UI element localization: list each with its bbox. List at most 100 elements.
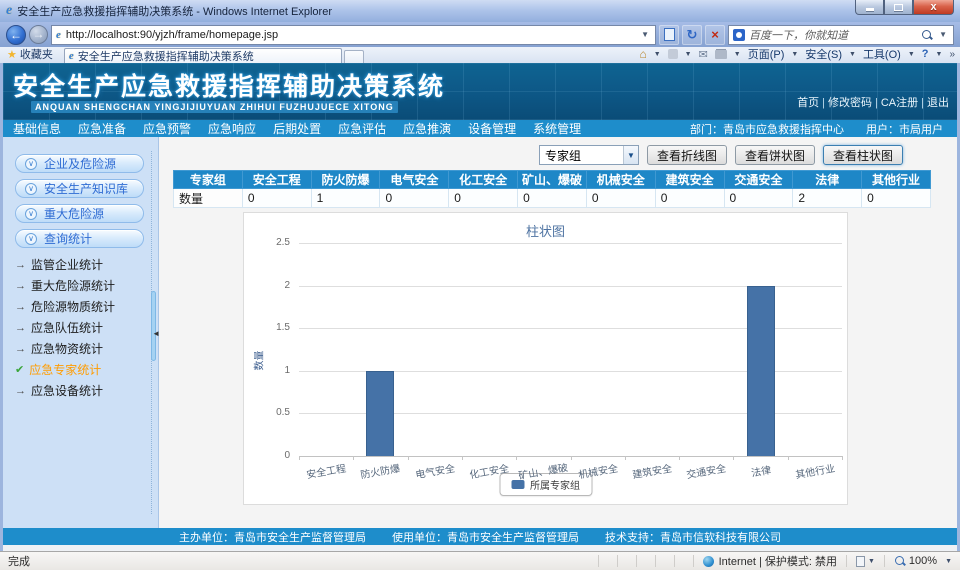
stop-button[interactable]: × [705, 25, 725, 45]
maximize-button[interactable] [884, 0, 913, 15]
table-header-cell: 机械安全 [586, 171, 655, 189]
sidebar-item[interactable]: →应急队伍统计 [3, 317, 158, 338]
menu-item[interactable]: 系统管理 [533, 120, 581, 137]
refresh-icon: ↻ [687, 27, 698, 43]
zone-text: Internet | 保护模式: 禁用 [719, 553, 837, 569]
status-dropdown-icon[interactable]: ▼ [868, 558, 875, 565]
sidebar-item[interactable]: →危险源物质统计 [3, 296, 158, 317]
arrow-right-icon: → [15, 385, 26, 397]
menu-item[interactable]: 设备管理 [468, 120, 516, 137]
sidebar-scrollbar-thumb[interactable] [151, 291, 156, 361]
home-dropdown-icon[interactable]: ▼ [654, 51, 661, 58]
x-axis-tick [625, 456, 626, 460]
main-content: 专家组 ▼ 查看折线图查看饼状图查看柱状图 专家组安全工程防火防爆电气安全化工安… [159, 137, 957, 528]
feeds-dropdown-icon[interactable]: ▼ [685, 51, 692, 58]
mail-icon[interactable]: ✉ [699, 48, 708, 61]
header-link-4[interactable]: 退出 [927, 97, 949, 109]
view-button[interactable]: 查看饼状图 [735, 145, 815, 165]
sidebar-item-label: 应急设备统计 [31, 382, 103, 399]
menu-item[interactable]: 应急预警 [143, 120, 191, 137]
favorites-button[interactable]: ★ 收藏夹 [5, 46, 58, 63]
table-value-cell: 0 [518, 189, 587, 208]
close-button[interactable]: x [913, 0, 954, 15]
menu-item[interactable]: 应急准备 [78, 120, 126, 137]
new-tab-button[interactable] [344, 50, 364, 63]
x-axis-category-label: 防火防爆 [359, 460, 401, 482]
x-axis-tick [353, 456, 354, 460]
menu-item[interactable]: 应急响应 [208, 120, 256, 137]
home-icon[interactable]: ⌂ [639, 47, 646, 61]
table-value-cell: 0 [862, 189, 931, 208]
sidebar-item[interactable]: ✔应急专家统计 [3, 359, 158, 380]
x-axis-tick [571, 456, 572, 460]
sidebar-group-label: 重大危险源 [44, 205, 104, 222]
status-text: 完成 [8, 553, 30, 569]
sidebar-group-button[interactable]: ∨重大危险源 [15, 204, 144, 223]
active-tab[interactable]: e 安全生产应急救援指挥辅助决策系统 [64, 48, 342, 63]
protected-mode-icon[interactable] [856, 556, 865, 567]
view-button[interactable]: 查看折线图 [647, 145, 727, 165]
sidebar-group-button[interactable]: ∨ 安全生产知识库 [15, 179, 144, 198]
overflow-chevron-icon[interactable]: » [949, 49, 955, 60]
sidebar-group-label: 查询统计 [44, 230, 92, 247]
command-bar: ⌂ ▼ ▼ ✉ ▼ 页面(P) ▼ 安全(S) ▼ 工具(O) ▼ ? ▼ » [639, 46, 955, 63]
header-link-1[interactable]: 首页 [797, 97, 819, 109]
sidebar-item[interactable]: →重大危险源统计 [3, 275, 158, 296]
sidebar-item-label: 监管企业统计 [31, 256, 103, 273]
zoom-dropdown-icon[interactable]: ▼ [945, 558, 952, 565]
page-menu[interactable]: 页面(P) [748, 46, 785, 62]
zoom-icon[interactable] [894, 555, 906, 567]
sidebar-group-label: 安全生产知识库 [44, 180, 128, 197]
menu-item[interactable]: 后期处置 [273, 120, 321, 137]
table-header-cell: 安全工程 [242, 171, 311, 189]
sidebar-group-button[interactable]: ∨企业及危险源 [15, 154, 144, 173]
menu-item[interactable]: 应急评估 [338, 120, 386, 137]
safety-menu-caret[interactable]: ▼ [849, 51, 856, 58]
chevron-down-icon: ∨ [25, 183, 37, 195]
menu-item[interactable]: 应急推演 [403, 120, 451, 137]
expert-group-select[interactable]: 专家组 ▼ [539, 145, 639, 165]
x-axis-tick [299, 456, 300, 460]
sidebar-item-label: 危险源物质统计 [31, 298, 115, 315]
tab-title: 安全生产应急救援指挥辅助决策系统 [78, 48, 254, 64]
sidebar-item[interactable]: → 应急设备统计 [3, 380, 158, 401]
sidebar-item[interactable]: →应急物资统计 [3, 338, 158, 359]
sidebar-item-label: 重大危险源统计 [31, 277, 115, 294]
address-dropdown-icon[interactable]: ▼ [639, 30, 651, 39]
minimize-button[interactable] [855, 0, 884, 15]
help-caret[interactable]: ▼ [936, 51, 943, 58]
tools-menu[interactable]: 工具(O) [863, 46, 901, 62]
search-dropdown-icon[interactable]: ▼ [937, 30, 949, 39]
maximize-icon [894, 4, 903, 11]
footer-user: 使用单位：青岛市安全生产监督管理局 [392, 529, 579, 545]
header-link-2[interactable]: 修改密码 [828, 97, 872, 109]
tools-menu-caret[interactable]: ▼ [908, 51, 915, 58]
main-menu-items: 基础信息应急准备应急预警应急响应后期处置应急评估应急推演设备管理系统管理 [13, 120, 598, 137]
user-label: 用户：市局用户 [866, 121, 943, 137]
sidebar: ∨企业及危险源∨安全生产知识库∨重大危险源∨查询统计 →监管企业统计→重大危险源… [3, 137, 159, 528]
header-link-3[interactable]: CA注册 [881, 97, 918, 109]
x-axis-tick [679, 456, 680, 460]
address-field[interactable]: e http://localhost:90/yjzh/frame/homepag… [51, 25, 656, 45]
forward-button[interactable]: → [29, 25, 48, 44]
print-icon[interactable] [715, 50, 727, 59]
feeds-icon[interactable] [668, 49, 678, 59]
page-menu-caret[interactable]: ▼ [791, 51, 798, 58]
sidebar-item[interactable]: →监管企业统计 [3, 254, 158, 275]
search-box[interactable]: 百度一下，你就知道 ▼ [728, 25, 954, 45]
compatibility-view-button[interactable] [659, 25, 679, 45]
sidebar-group-button[interactable]: ∨查询统计 [15, 229, 144, 248]
back-button[interactable]: ← [6, 25, 26, 45]
refresh-button[interactable]: ↻ [682, 25, 702, 45]
zoom-level[interactable]: 100% [909, 555, 937, 567]
help-icon[interactable]: ? [922, 48, 929, 60]
search-icon[interactable] [921, 29, 933, 41]
print-dropdown-icon[interactable]: ▼ [734, 51, 741, 58]
arrow-right-icon: → [15, 343, 26, 355]
menu-item[interactable]: 基础信息 [13, 120, 61, 137]
view-button[interactable]: 查看柱状图 [823, 145, 903, 165]
safety-menu[interactable]: 安全(S) [805, 46, 842, 62]
app-title: 安全生产应急救援指挥辅助决策系统 [13, 67, 445, 103]
chart-bar [747, 286, 775, 456]
table-header-cell: 交通安全 [724, 171, 793, 189]
